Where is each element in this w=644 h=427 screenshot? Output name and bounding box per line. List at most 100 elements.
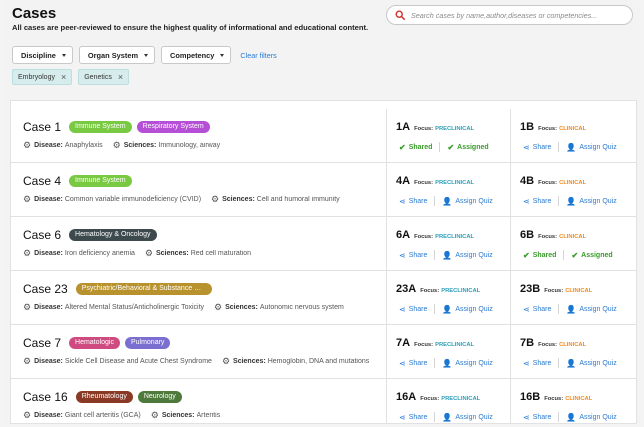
version-id[interactable]: 7B xyxy=(520,337,534,349)
gear-icon: ⚙ xyxy=(214,302,223,312)
assign-quiz-button[interactable]: 👤 Assign Quiz xyxy=(566,143,616,152)
assign-quiz-button[interactable]: 👤 Assign Quiz xyxy=(442,413,492,422)
version-actions: ⋖ Share 👤 Assign Quiz xyxy=(399,412,493,422)
case-name[interactable]: Case 16 xyxy=(23,390,68,404)
version-id[interactable]: 4A xyxy=(396,175,410,187)
share-button[interactable]: ⋖ Share xyxy=(399,197,427,206)
share-icon: ⋖ xyxy=(399,250,406,260)
focus-value: PRECLINICAL xyxy=(441,396,481,402)
case-header: Case 6 Hematology & Oncology xyxy=(23,228,157,242)
share-icon: ⋖ xyxy=(399,196,406,206)
share-button[interactable]: ⋖ Share xyxy=(523,359,551,368)
version-id[interactable]: 1A xyxy=(396,121,410,133)
focus-label: Focus: xyxy=(544,396,564,402)
add-user-icon: 👤 xyxy=(442,304,453,314)
case-name[interactable]: Case 1 xyxy=(23,120,61,134)
case-meta: ⚙ Disease: Iron deficiency anemia ⚙ Sciences… xyxy=(23,248,251,259)
case-name[interactable]: Case 4 xyxy=(23,174,61,188)
system-tag: Neurology xyxy=(137,391,182,403)
assign-quiz-button[interactable]: 👤 Assign Quiz xyxy=(442,359,492,368)
share-button[interactable]: ⋖ Share xyxy=(523,197,551,206)
focus-label: Focus: xyxy=(538,126,558,132)
version-actions: ⋖ Share 👤 Assign Quiz xyxy=(523,304,617,314)
system-tag: Hematology & Oncology xyxy=(69,229,157,241)
assign-quiz-button[interactable]: 👤 Assign Quiz xyxy=(442,197,492,206)
filter-bar: Discipline Organ System Competency Clear… xyxy=(12,46,277,64)
case-version-b: 16B Focus: CLINICAL ⋖ Share 👤 Assign Quiz xyxy=(511,379,636,423)
assign-quiz-button[interactable]: 👤 Assign Quiz xyxy=(442,305,492,314)
case-row: Case 6 Hematology & Oncology ⚙ Disease: Iron… xyxy=(11,217,636,271)
focus-label: Focus: xyxy=(414,234,434,240)
add-user-icon: 👤 xyxy=(566,196,577,206)
disease-value: Giant cell arteritis (GCA) xyxy=(64,412,141,419)
assign-quiz-button[interactable]: 👤 Assign Quiz xyxy=(566,305,616,314)
gear-icon: ⚙ xyxy=(23,248,32,258)
version-id[interactable]: 6B xyxy=(520,229,534,241)
disease-label: Disease: xyxy=(34,304,63,311)
add-user-icon: 👤 xyxy=(566,142,577,152)
divider xyxy=(558,304,560,314)
assign-quiz-button[interactable]: 👤 Assign Quiz xyxy=(566,359,616,368)
gear-icon: ⚙ xyxy=(23,356,32,366)
close-icon[interactable]: × xyxy=(61,72,66,82)
share-button[interactable]: ⋖ Share xyxy=(523,413,551,422)
share-button[interactable]: ⋖ Share xyxy=(399,251,427,260)
focus-label: Focus: xyxy=(414,180,434,186)
share-button[interactable]: ⋖ Share xyxy=(523,305,551,314)
divider xyxy=(563,250,565,260)
case-name[interactable]: Case 7 xyxy=(23,336,61,350)
version-id[interactable]: 4B xyxy=(520,175,534,187)
divider xyxy=(434,358,436,368)
version-actions: ⋖ Share 👤 Assign Quiz xyxy=(399,250,493,260)
assign-quiz-button[interactable]: 👤 Assign Quiz xyxy=(566,197,616,206)
focus-label: Focus: xyxy=(414,342,434,348)
version-id[interactable]: 1B xyxy=(520,121,534,133)
version-id[interactable]: 23B xyxy=(520,283,540,295)
share-button[interactable]: ⋖ Share xyxy=(399,359,427,368)
share-icon: ⋖ xyxy=(523,304,530,314)
case-name[interactable]: Case 6 xyxy=(23,228,61,242)
gear-icon: ⚙ xyxy=(150,410,159,420)
add-user-icon: 👤 xyxy=(442,412,453,422)
focus-value: PRECLINICAL xyxy=(435,234,475,240)
organ-system-dropdown[interactable]: Organ System xyxy=(78,46,156,64)
focus-value: CLINICAL xyxy=(559,180,587,186)
disease-value: Common variable immunodeficiency (CVID) xyxy=(64,196,202,203)
case-list: Case 1 Immune System Respiratory System ⚙ Di… xyxy=(10,100,637,424)
divider xyxy=(558,358,560,368)
case-info: Case 7 Hematologic Pulmonary ⚙ Disease: Sickl… xyxy=(11,325,387,378)
sciences-label: Sciences: xyxy=(156,250,189,257)
version-id[interactable]: 23A xyxy=(396,283,416,295)
case-header: Case 4 Immune System xyxy=(23,174,132,188)
case-version-a: 6A Focus: PRECLINICAL ⋖ Share 👤 Assign Quiz xyxy=(387,217,511,270)
discipline-dropdown[interactable]: Discipline xyxy=(12,46,73,64)
focus-label: Focus: xyxy=(538,180,558,186)
search-input[interactable] xyxy=(411,10,611,20)
case-version-a: 7A Focus: PRECLINICAL ⋖ Share 👤 Assign Quiz xyxy=(387,325,511,378)
version-id[interactable]: 7A xyxy=(396,337,410,349)
focus-value: PRECLINICAL xyxy=(435,126,475,132)
assign-quiz-button[interactable]: 👤 Assign Quiz xyxy=(566,413,616,422)
focus-label: Focus: xyxy=(420,288,440,294)
clear-filters-link[interactable]: Clear filters xyxy=(240,51,276,60)
version-id[interactable]: 6A xyxy=(396,229,410,241)
case-info: Case 16 Rheumatology Neurology ⚙ Disease: Gia… xyxy=(11,379,387,423)
share-button[interactable]: ⋖ Share xyxy=(523,143,551,152)
add-user-icon: 👤 xyxy=(566,304,577,314)
share-icon: ⋖ xyxy=(523,196,530,206)
share-button[interactable]: ⋖ Share xyxy=(399,413,427,422)
divider xyxy=(439,142,441,152)
case-name[interactable]: Case 23 xyxy=(23,282,68,296)
version-id[interactable]: 16A xyxy=(396,391,416,403)
assign-quiz-button[interactable]: 👤 Assign Quiz xyxy=(442,251,492,260)
search-box[interactable] xyxy=(386,5,633,25)
chevron-down-icon xyxy=(144,53,149,57)
sciences-label: Sciences: xyxy=(123,142,157,149)
version-actions: ⋖ Share 👤 Assign Quiz xyxy=(523,142,617,152)
close-icon[interactable]: × xyxy=(118,72,123,82)
focus-value: PRECLINICAL xyxy=(435,342,475,348)
competency-dropdown[interactable]: Competency xyxy=(161,46,232,64)
share-button[interactable]: ⋖ Share xyxy=(399,305,427,314)
gear-icon: ⚙ xyxy=(221,356,231,366)
version-id[interactable]: 16B xyxy=(520,391,540,403)
